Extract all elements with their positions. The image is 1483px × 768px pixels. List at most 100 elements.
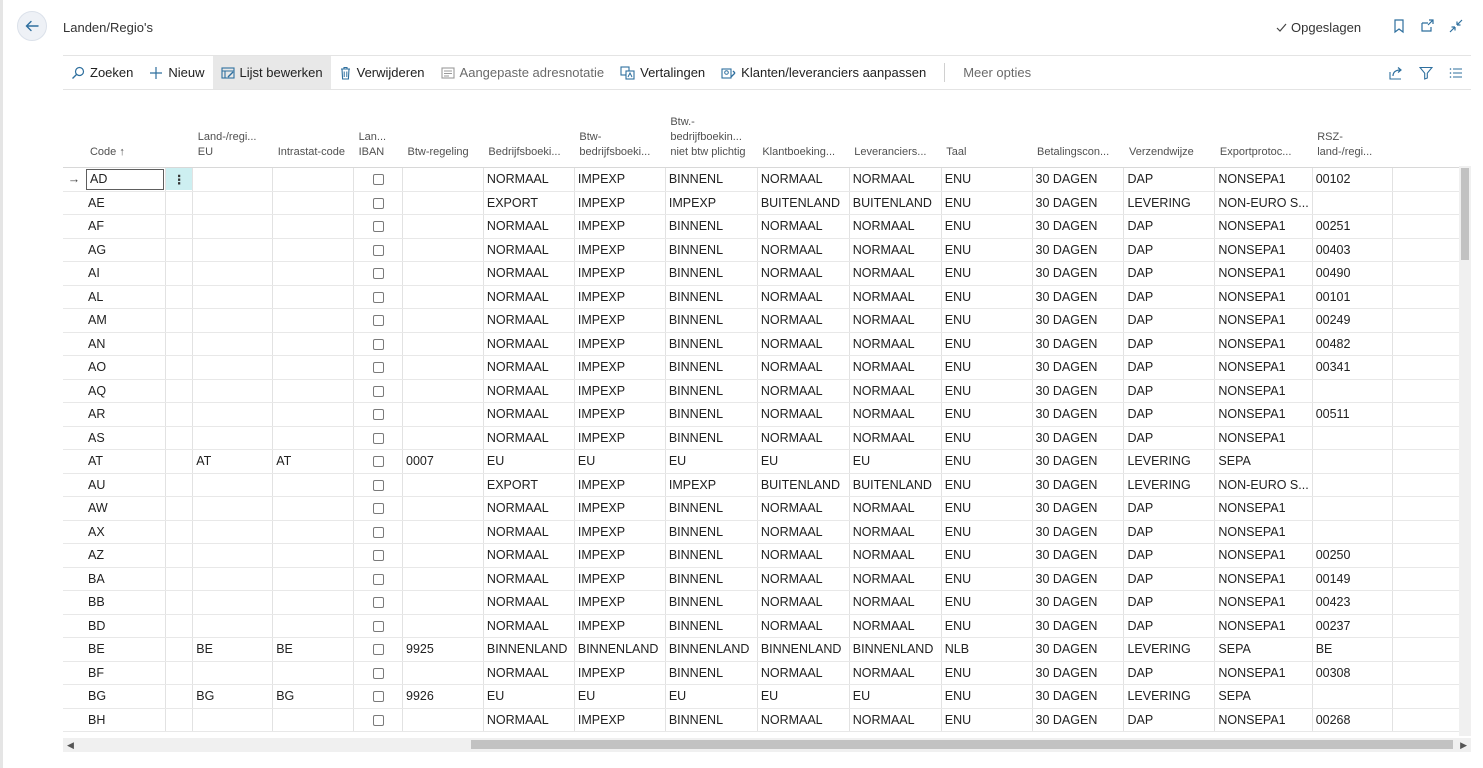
row-actions-cell[interactable]: [165, 614, 194, 638]
cell-land_eu[interactable]: [192, 520, 274, 544]
cell-land_eu[interactable]: [192, 355, 274, 380]
iban-checkbox-cell[interactable]: [353, 167, 404, 192]
filter-button[interactable]: [1411, 56, 1441, 89]
cell-klant[interactable]: BUITENLAND: [757, 191, 850, 215]
cell-klant[interactable]: NORMAAL: [757, 614, 850, 638]
cell-bedrijf[interactable]: NORMAAL: [483, 590, 575, 615]
iban-checkbox-cell[interactable]: [353, 449, 404, 474]
cell-btw_niet[interactable]: BINNENL: [665, 308, 758, 333]
cell-verzend[interactable]: DAP: [1123, 238, 1216, 262]
cell-intrastat[interactable]: [272, 238, 355, 262]
cell-betaling[interactable]: 30 DAGEN: [1032, 191, 1125, 215]
table-row[interactable]: BF NORMAAL IMPEXP BINNENL NORMAAL NORMAAL ENU 3…: [63, 661, 1459, 685]
cell-verzend[interactable]: LEVERING: [1123, 637, 1216, 662]
cell-btw_bedrijf[interactable]: EU: [574, 684, 666, 709]
cell-bedrijf[interactable]: NORMAAL: [483, 520, 575, 544]
cell-btw_niet[interactable]: BINNENL: [665, 402, 758, 427]
cell-taal[interactable]: ENU: [941, 426, 1033, 450]
cell-btw_niet[interactable]: BINNENL: [665, 567, 758, 591]
row-actions-cell[interactable]: [165, 590, 194, 615]
cell-land_eu[interactable]: [192, 285, 274, 309]
cell-verzend[interactable]: DAP: [1123, 308, 1216, 333]
cell-land_eu[interactable]: [192, 238, 274, 262]
cell-verzend[interactable]: DAP: [1123, 214, 1216, 239]
cell-taal[interactable]: ENU: [941, 379, 1033, 403]
iban-checkbox-cell[interactable]: [353, 402, 404, 427]
cell-export[interactable]: NONSEPA1: [1214, 661, 1313, 685]
iban-checkbox-cell[interactable]: [353, 308, 404, 333]
horizontal-scroll-thumb[interactable]: [471, 740, 1453, 749]
cell-btw_niet[interactable]: BINNENLAND: [665, 637, 758, 662]
cell-betaling[interactable]: 30 DAGEN: [1032, 426, 1125, 450]
iban-checkbox-cell[interactable]: [353, 590, 404, 615]
cell-code[interactable]: AR: [84, 402, 167, 427]
cell-btw_regeling[interactable]: [402, 214, 484, 239]
cell-rsz[interactable]: [1312, 520, 1393, 544]
table-row[interactable]: BE BE BE 9925 BINNENLAND BINNENLAND BINNENLAND…: [63, 637, 1459, 662]
cell-btw_niet[interactable]: BINNENL: [665, 520, 758, 544]
cell-bedrijf[interactable]: EXPORT: [483, 191, 575, 215]
cell-land_eu[interactable]: [192, 614, 274, 638]
cell-code[interactable]: BG: [84, 684, 167, 709]
cell-land_eu[interactable]: [192, 167, 274, 192]
cell-bedrijf[interactable]: NORMAAL: [483, 238, 575, 262]
cell-leverancier[interactable]: NORMAAL: [849, 402, 942, 427]
cell-intrastat[interactable]: [272, 308, 355, 333]
cell-export[interactable]: NONSEPA1: [1214, 167, 1313, 192]
iban-checkbox[interactable]: [372, 550, 384, 562]
iban-checkbox[interactable]: [372, 174, 384, 186]
cell-btw_regeling[interactable]: 9926: [402, 684, 484, 709]
cell-rsz[interactable]: 00511: [1312, 402, 1393, 427]
cell-land_eu[interactable]: [192, 496, 274, 521]
iban-checkbox[interactable]: [372, 385, 384, 397]
cell-intrastat[interactable]: [272, 567, 355, 591]
cell-verzend[interactable]: DAP: [1123, 708, 1216, 732]
scroll-right-icon[interactable]: ▶: [1460, 738, 1467, 752]
cell-klant[interactable]: NORMAAL: [757, 332, 850, 356]
cell-betaling[interactable]: 30 DAGEN: [1032, 473, 1125, 497]
cell-taal[interactable]: ENU: [941, 332, 1033, 356]
cell-intrastat[interactable]: [272, 590, 355, 615]
cell-btw_bedrijf[interactable]: IMPEXP: [574, 167, 666, 192]
cell-btw_niet[interactable]: BINNENL: [665, 167, 758, 192]
cell-btw_bedrijf[interactable]: IMPEXP: [574, 496, 666, 521]
cell-intrastat[interactable]: [272, 355, 355, 380]
cell-verzend[interactable]: DAP: [1123, 590, 1216, 615]
cell-leverancier[interactable]: NORMAAL: [849, 214, 942, 239]
cell-betaling[interactable]: 30 DAGEN: [1032, 308, 1125, 333]
cell-betaling[interactable]: 30 DAGEN: [1032, 355, 1125, 380]
cell-land_eu[interactable]: AT: [192, 449, 274, 474]
cell-btw_regeling[interactable]: [402, 708, 484, 732]
cell-leverancier[interactable]: NORMAAL: [849, 543, 942, 568]
cell-intrastat[interactable]: [272, 661, 355, 685]
iban-checkbox[interactable]: [372, 691, 384, 703]
cell-betaling[interactable]: 30 DAGEN: [1032, 637, 1125, 662]
cell-verzend[interactable]: LEVERING: [1123, 449, 1216, 474]
cell-rsz[interactable]: 00250: [1312, 543, 1393, 568]
cell-btw_bedrijf[interactable]: IMPEXP: [574, 308, 666, 333]
cell-taal[interactable]: ENU: [941, 614, 1033, 638]
iban-checkbox-cell[interactable]: [353, 661, 404, 685]
cell-klant[interactable]: NORMAAL: [757, 285, 850, 309]
cell-code[interactable]: AT: [84, 449, 167, 474]
cell-intrastat[interactable]: [272, 496, 355, 521]
cell-rsz[interactable]: [1312, 379, 1393, 403]
cell-btw_regeling[interactable]: [402, 379, 484, 403]
bookmark-icon[interactable]: [1391, 18, 1407, 34]
cell-land_eu[interactable]: [192, 708, 274, 732]
iban-checkbox[interactable]: [372, 503, 384, 515]
cell-betaling[interactable]: 30 DAGEN: [1032, 214, 1125, 239]
cell-taal[interactable]: ENU: [941, 402, 1033, 427]
cell-intrastat[interactable]: BE: [272, 637, 355, 662]
cell-klant[interactable]: NORMAAL: [757, 496, 850, 521]
cell-betaling[interactable]: 30 DAGEN: [1032, 332, 1125, 356]
cell-rsz[interactable]: [1312, 473, 1393, 497]
cell-intrastat[interactable]: [272, 708, 355, 732]
list-view-button[interactable]: [1441, 56, 1471, 89]
cell-taal[interactable]: ENU: [941, 285, 1033, 309]
translations-action[interactable]: Vertalingen: [612, 56, 713, 89]
cell-intrastat[interactable]: [272, 285, 355, 309]
cell-land_eu[interactable]: [192, 402, 274, 427]
cell-betaling[interactable]: 30 DAGEN: [1032, 167, 1125, 192]
cell-bedrijf[interactable]: NORMAAL: [483, 661, 575, 685]
